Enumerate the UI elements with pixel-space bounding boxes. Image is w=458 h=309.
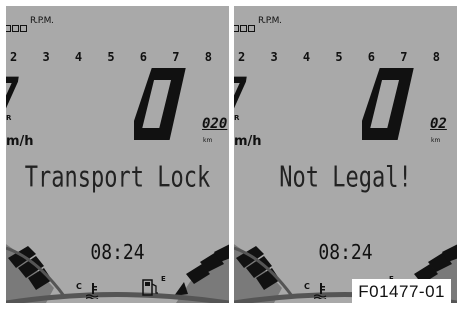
gauge-arcs — [234, 244, 457, 303]
coolant-temp-icon — [86, 283, 99, 299]
temp-letter: C — [76, 282, 82, 291]
panel-divider — [231, 6, 233, 303]
temp-letter: C — [304, 282, 310, 291]
figure-reference-label: F01477-01 — [352, 279, 451, 303]
dashboard-display-transport-lock: R.P.M. 2 3 4 5 6 7 8 9 10 11 7 R m/h 020… — [6, 6, 229, 303]
coolant-temp-icon — [314, 283, 327, 299]
fuel-empty-letter: E — [161, 275, 166, 283]
dashboard-display-not-legal: R.P.M. 2 3 4 5 6 7 8 9 10 11 7 R m/h 02 … — [234, 6, 457, 303]
fuel-pump-icon — [142, 279, 158, 296]
gauge-arcs — [6, 244, 229, 303]
